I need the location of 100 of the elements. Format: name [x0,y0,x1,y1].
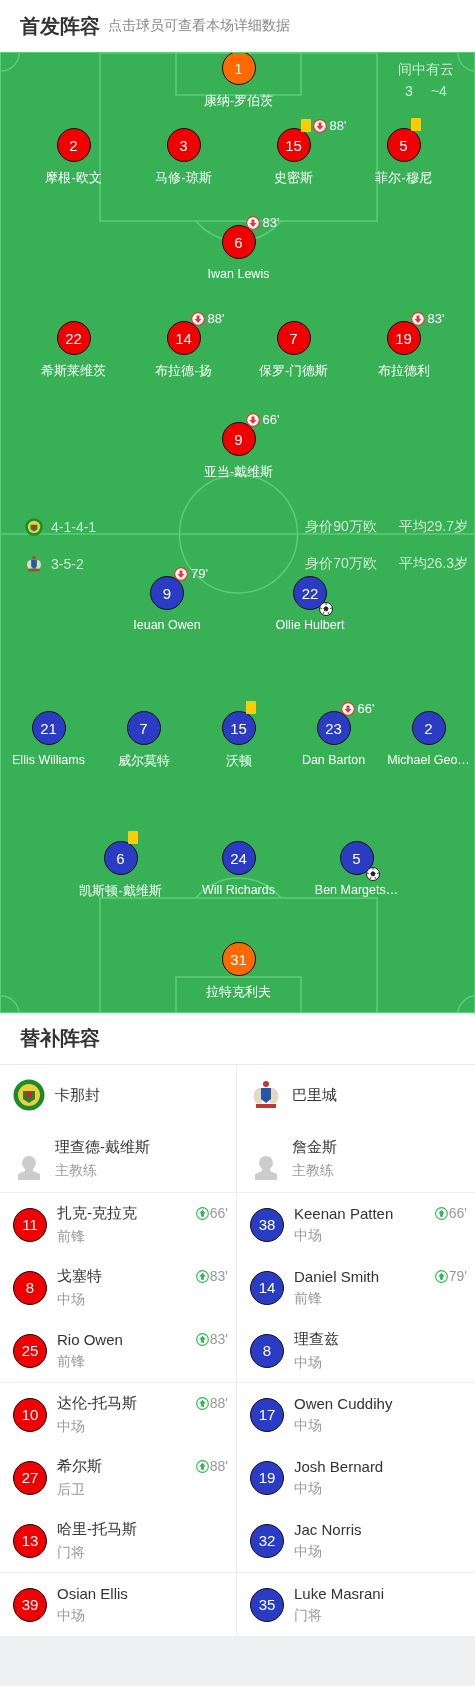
player-marker[interactable]: 2 [56,128,91,162]
substitution-in-icon [195,1332,209,1346]
player-name[interactable]: 扎克-克拉克 [57,1203,137,1223]
substitution-out-icon [245,412,260,427]
player-name[interactable]: Rio Owen [57,1330,123,1348]
substitution-in-icon [195,1396,209,1410]
player-name: 史密斯 [274,170,313,187]
player-marker[interactable]: 19 [386,321,421,355]
substitution-in-icon [434,1206,448,1220]
coach-name: 詹金斯 [292,1137,337,1157]
player-name[interactable]: Daniel Smith [294,1267,380,1285]
player-marker[interactable]: 5 [339,841,374,875]
substitution-out-icon [410,311,425,326]
player-position: 门将 [57,1543,86,1562]
substitution-minute: 66' [448,1205,467,1221]
player-marker[interactable]: 6 [103,841,138,875]
shirt-number: 35 [250,1587,284,1622]
player-marker[interactable]: 9 [150,576,184,610]
player-name: 布拉德-扬 [155,363,212,380]
player-position: 中场 [294,1226,323,1245]
substitution-in-icon [195,1206,209,1220]
formation-text: 3-5-2 [51,556,84,572]
average-age: 平均29.7岁 [398,518,468,536]
shirt-number: 13 [13,1523,47,1558]
player-name: 保罗-门德斯 [258,363,329,380]
player-name: 康纳-罗伯茨 [203,93,274,110]
player-name: Iwan Lewis [207,267,270,281]
player-position: 后卫 [57,1480,86,1499]
shirt-number: 8 [13,1270,47,1305]
player-name: Ben Margets… [314,883,399,897]
substitution-minute: 66' [209,1205,228,1221]
player-name[interactable]: 理查兹 [294,1329,339,1349]
substitution-minute: 88' [209,1395,228,1411]
player-position: 中场 [57,1290,86,1309]
hint-text: 点击球员可查看本场详细数据 [108,17,290,35]
formation-text: 4-1-4-1 [51,519,97,535]
coat-of-arms-icon [25,555,43,573]
player-marker[interactable]: 24 [221,841,256,875]
player-position: 中场 [294,1353,323,1372]
player-name[interactable]: 哈里-托马斯 [57,1519,137,1539]
player-name: 摩根-欧文 [45,170,102,187]
shirt-number: 38 [250,1207,284,1242]
player-name: Dan Barton [301,753,366,767]
shirt-number: 17 [250,1397,284,1432]
player-name[interactable]: Luke Masrani [294,1584,385,1602]
player-marker[interactable]: 2 [411,711,446,745]
player-marker[interactable]: 5 [386,128,421,162]
section-title: 首发阵容 [20,13,100,39]
player-position: 中场 [294,1479,323,1498]
player-marker[interactable]: 3 [166,128,201,162]
player-name: 拉特克利夫 [206,984,271,1001]
shirt-number: 19 [250,1460,284,1495]
player-marker[interactable]: 21 [31,711,66,745]
player-name[interactable]: 希尔斯 [57,1456,102,1476]
player-position: 前锋 [57,1352,86,1371]
player-name: Ellis Williams [12,753,85,767]
player-name: 亚当-戴维斯 [203,464,274,481]
player-marker[interactable]: 22 [56,321,91,355]
player-name: 希斯莱维茨 [41,363,106,380]
substitution-minute: 66' [262,412,280,427]
player-marker[interactable]: 15 [221,711,256,745]
player-name[interactable]: 戈塞特 [57,1266,102,1286]
player-marker[interactable]: 7 [126,711,161,745]
substitution-out-icon [174,566,188,581]
shirt-number: 8 [250,1333,284,1368]
avatar-icon [17,1154,41,1181]
temperature-low: 3 [405,83,413,99]
player-position: 中场 [294,1416,323,1435]
player-name: 威尔莫特 [117,753,170,770]
player-name[interactable]: Jac Norris [294,1520,362,1538]
player-name[interactable]: Owen Cuddihy [294,1394,393,1412]
player-marker[interactable]: 22 [293,576,327,610]
player-position: 前锋 [294,1289,323,1308]
substitution-minute: 79' [191,566,208,581]
player-position: 前锋 [57,1227,86,1246]
player-marker[interactable]: 14 [166,321,201,355]
substitution-minute: 83' [427,311,445,326]
squad-value: 身价90万欧 [305,518,377,536]
player-marker[interactable]: 9 [221,422,256,456]
player-name: Michael Geo… [387,753,470,767]
player-marker[interactable]: 15 [276,128,311,162]
club-crest-icon [25,518,43,536]
player-position: 中场 [57,1606,86,1625]
player-name: 沃顿 [225,753,252,770]
substitution-minute: 88' [207,311,225,326]
temperature-high: ~4 [430,83,447,99]
shirt-number: 32 [250,1523,284,1558]
shirt-number: 10 [13,1397,47,1432]
player-marker[interactable]: 6 [221,225,256,259]
team-name: 卡那封 [55,1085,100,1105]
shirt-number: 39 [13,1587,47,1622]
player-name[interactable]: Osian Ellis [57,1584,128,1602]
substitution-minute: 66' [357,701,375,716]
player-marker[interactable]: 23 [316,711,351,745]
shirt-number: 25 [13,1333,47,1368]
player-name[interactable]: 达伦-托马斯 [57,1393,137,1413]
substitution-minute: 83' [262,215,280,230]
player-name[interactable]: Keenan Patten [294,1204,394,1222]
player-name[interactable]: Josh Bernard [294,1457,384,1475]
player-marker[interactable]: 7 [276,321,311,355]
